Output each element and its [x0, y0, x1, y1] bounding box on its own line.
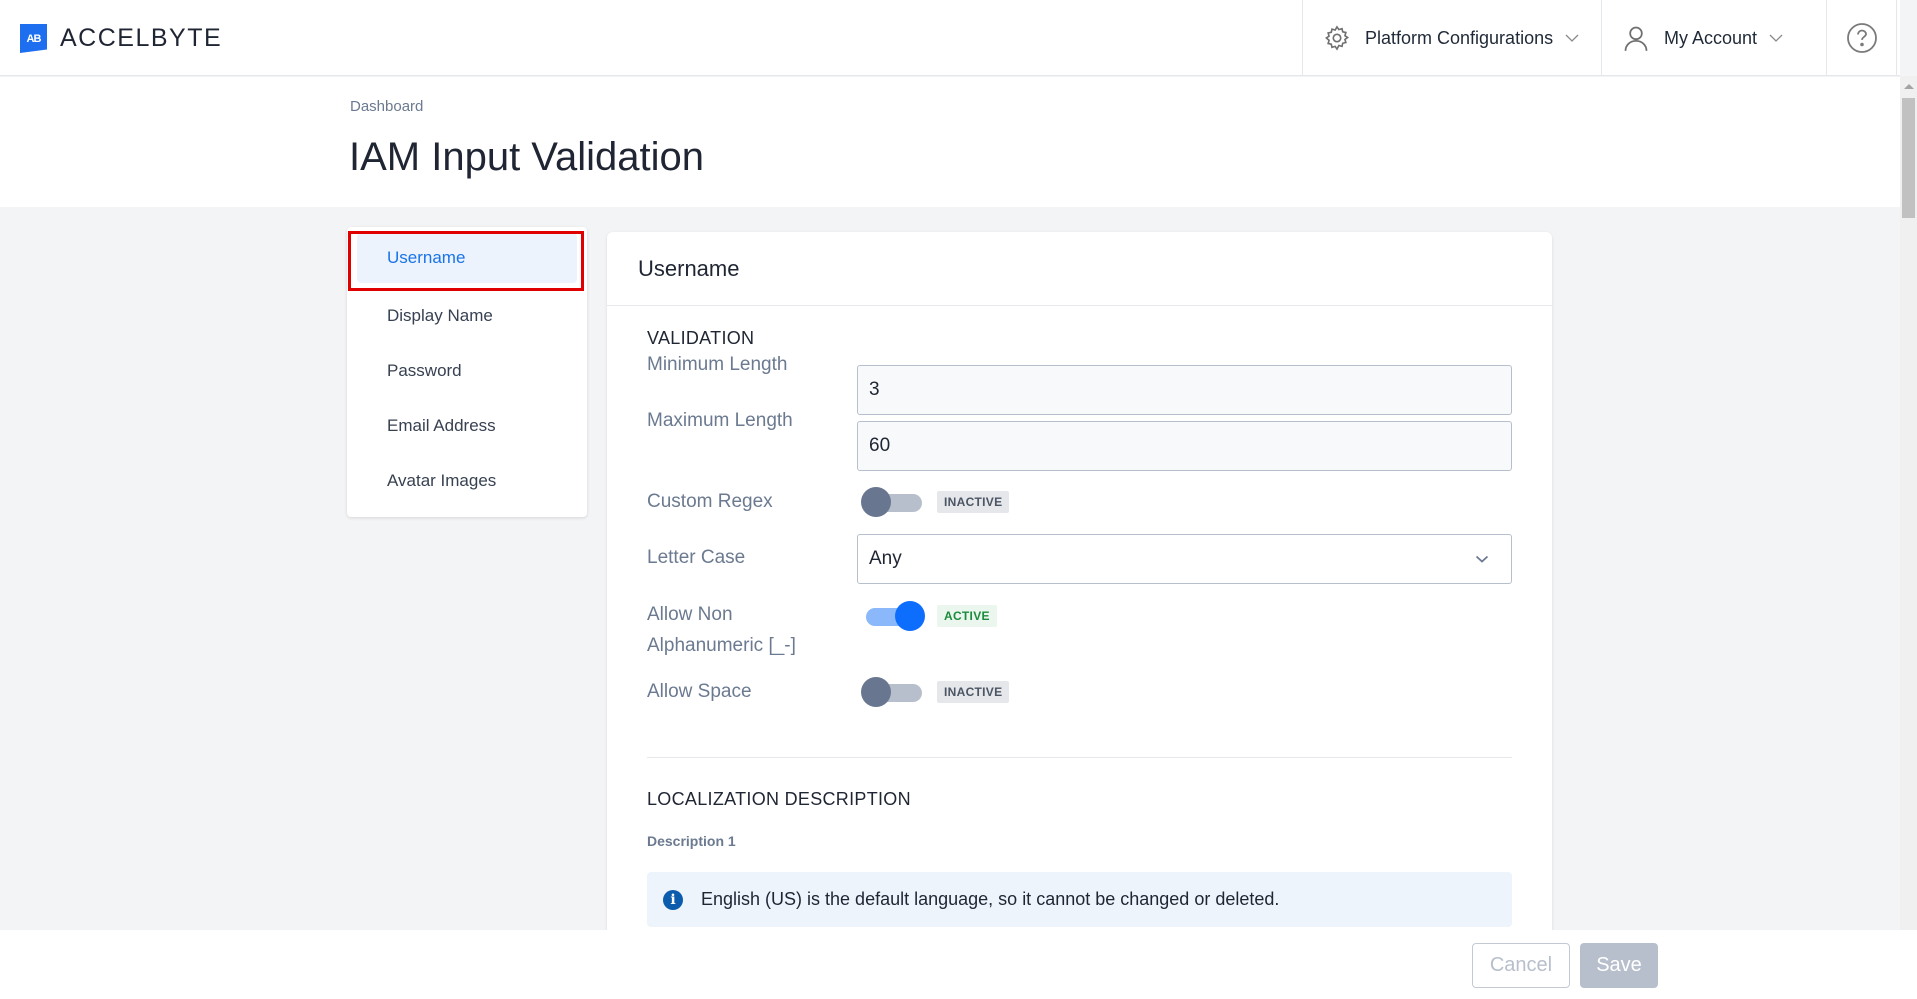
username-settings-card: Username VALIDATION Minimum Length 3 Max… — [607, 232, 1552, 952]
section-divider — [647, 757, 1512, 758]
allow-space-label: Allow Space — [647, 681, 752, 702]
toggle-knob — [895, 601, 925, 631]
page-scrollbar[interactable] — [1900, 76, 1917, 930]
user-icon — [1624, 26, 1648, 51]
gear-icon — [1325, 25, 1350, 51]
question-circle-icon — [1846, 23, 1877, 53]
validation-section-title: VALIDATION — [647, 328, 755, 348]
page-title: IAM Input Validation — [349, 135, 705, 179]
scrollbar-thumb[interactable] — [1902, 98, 1915, 218]
sidebar-item-label: Avatar Images — [387, 470, 497, 490]
info-text: English (US) is the default language, so… — [701, 889, 1280, 909]
minimum-length-input[interactable]: 3 — [857, 365, 1512, 415]
allow-non-alphanumeric-toggle[interactable] — [861, 601, 925, 631]
sidebar-item-label: Username — [387, 248, 466, 267]
action-footer: Cancel Save — [0, 930, 1917, 999]
brand-name: ACCELBYTE — [60, 24, 223, 52]
platform-configurations-label: Platform Configurations — [1365, 27, 1554, 48]
brand-logo[interactable]: AB ACCELBYTE — [20, 24, 222, 53]
top-nav: AB ACCELBYTE Platform Configurations My … — [0, 0, 1900, 76]
letter-case-select[interactable]: Any — [857, 534, 1512, 584]
sidebar-item-avatar-images[interactable]: Avatar Images — [347, 453, 587, 508]
page-header: Dashboard IAM Input Validation — [0, 77, 1900, 207]
save-button[interactable]: Save — [1580, 943, 1658, 988]
description-1-label: Description 1 — [647, 833, 736, 849]
allow-non-alphanumeric-status-badge: ACTIVE — [937, 605, 997, 627]
card-title: Username — [607, 232, 1552, 306]
sidebar-item-label: Email Address — [387, 415, 496, 435]
toggle-knob — [861, 677, 891, 707]
sidebar-item-username[interactable]: Username — [357, 233, 577, 283]
breadcrumb-dashboard[interactable]: Dashboard — [350, 98, 423, 115]
validation-sidebar: Username Display Name Password Email Add… — [347, 227, 587, 517]
allow-non-alphanumeric-label: Allow Non Alphanumeric [_-] — [647, 599, 796, 661]
minimum-length-label: Minimum Length — [647, 354, 788, 375]
sidebar-item-email-address[interactable]: Email Address — [347, 398, 587, 453]
cancel-button[interactable]: Cancel — [1472, 943, 1570, 988]
sidebar-item-display-name[interactable]: Display Name — [347, 288, 587, 343]
accelbyte-logo-icon: AB — [20, 24, 47, 53]
allow-space-status-badge: INACTIVE — [937, 681, 1010, 703]
chevron-down-icon — [1475, 555, 1489, 563]
sidebar-item-label: Display Name — [387, 305, 493, 325]
letter-case-value: Any — [869, 548, 902, 569]
custom-regex-label: Custom Regex — [647, 491, 773, 512]
localization-section-title: LOCALIZATION DESCRIPTION — [647, 789, 911, 809]
allow-space-toggle[interactable] — [861, 677, 925, 707]
maximum-length-input[interactable]: 60 — [857, 421, 1512, 471]
my-account-label: My Account — [1664, 27, 1758, 48]
platform-configurations-menu[interactable]: Platform Configurations — [1302, 0, 1601, 76]
chevron-down-icon — [1769, 34, 1783, 42]
maximum-length-label: Maximum Length — [647, 410, 793, 431]
custom-regex-toggle[interactable] — [861, 487, 925, 517]
chevron-down-icon — [1565, 34, 1579, 42]
info-icon: i — [663, 889, 683, 910]
scroll-up-arrow-icon[interactable] — [1904, 84, 1914, 89]
my-account-menu[interactable]: My Account — [1601, 0, 1826, 76]
letter-case-label: Letter Case — [647, 547, 746, 568]
custom-regex-status-badge: INACTIVE — [937, 491, 1010, 513]
allow-non-alphanumeric-label-line1: Allow Non — [647, 604, 733, 625]
help-button[interactable] — [1826, 0, 1897, 76]
toggle-knob — [861, 487, 891, 517]
allow-non-alphanumeric-label-line2: Alphanumeric [_-] — [647, 635, 796, 656]
default-language-info-banner: i English (US) is the default language, … — [647, 872, 1512, 927]
sidebar-item-password[interactable]: Password — [347, 343, 587, 398]
sidebar-item-label: Password — [387, 360, 462, 380]
